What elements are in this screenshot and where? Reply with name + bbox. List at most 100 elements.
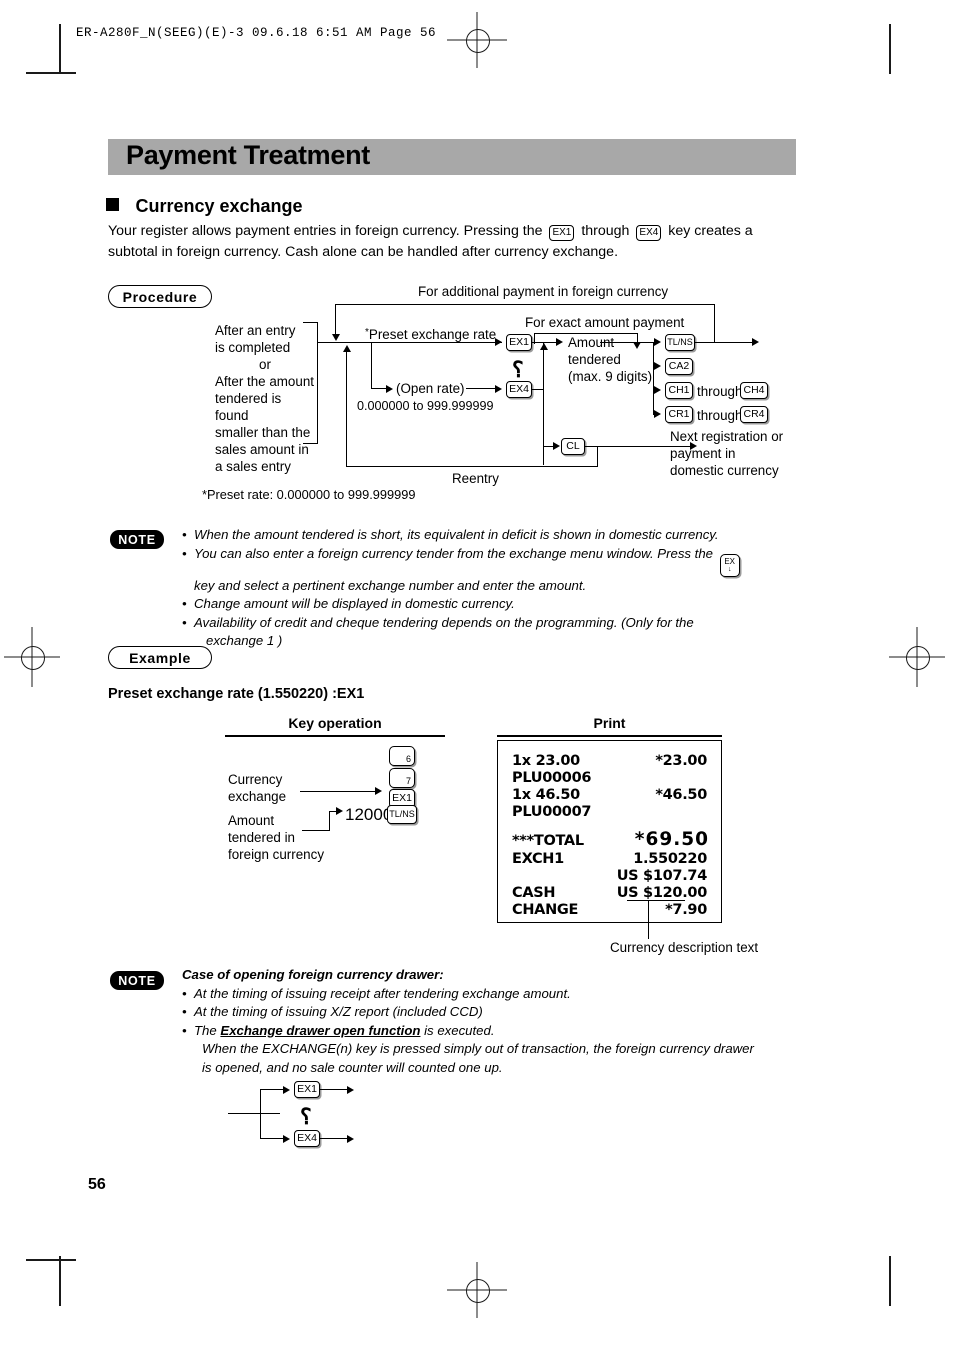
note-bottom-item-3-cont1: When the EXCHANGE(n) key is pressed simp… — [202, 1041, 754, 1057]
flow-line-tlns-out — [695, 342, 755, 344]
crop-mark-bottom-right-vertical — [889, 1256, 891, 1306]
arrow-bottom-ex4-out — [347, 1134, 354, 1143]
receipt-row-7-right: 1.550220 — [633, 851, 707, 867]
amount-tendered-line-3: foreign currency — [228, 847, 325, 862]
flow-line-additional-top — [335, 304, 715, 306]
bottom-diagram-out-ex4 — [320, 1138, 350, 1140]
key-ch1-procedure: CH1 — [665, 382, 693, 399]
note-bottom-item-1: • At the timing of issuing receipt after… — [182, 985, 822, 1004]
example-subtitle: Preset exchange rate (1.550220) :EX1 — [108, 686, 365, 702]
next-line-2: payment in — [670, 446, 736, 461]
note-bottom-item-3: • The Exchange drawer open function is e… — [182, 1022, 822, 1041]
arrow-to-ca2 — [654, 362, 661, 370]
next-line-1: Next registration or — [670, 429, 784, 444]
note-bottom-item-3-suffix: is executed. — [424, 1022, 495, 1038]
receipt-row-1-left: 1x 23.00 — [512, 753, 580, 769]
bullet-dot-b2: • — [182, 1004, 187, 1020]
page-number: 56 — [88, 1176, 106, 1193]
label-open-rate: (Open rate) — [396, 381, 465, 396]
procedure-diagram: For additional payment in foreign curren… — [0, 0, 954, 510]
note-bottom-item-3-cont2: is opened, and no sale counter will coun… — [202, 1059, 503, 1075]
callout-line-currency-description — [648, 901, 650, 939]
receipt-row-9-right: US $120.00 — [616, 885, 708, 901]
flow-line-reentry-right-down — [597, 446, 599, 467]
left-text-line-1: After an entry — [215, 323, 296, 338]
flow-line-additional-right-down — [713, 304, 715, 342]
key-ex-menu: EX ↓ — [719, 553, 740, 577]
example-pill-label: Example — [108, 646, 212, 669]
note-top-list: • When the amount tendered is short, its… — [182, 526, 802, 651]
currency-exchange-line-1: Currency — [228, 772, 283, 787]
key-ex4-procedure: EX4 — [506, 381, 532, 398]
note-bottom-emphasis-link: Exchange drawer open function — [220, 1022, 421, 1038]
receipt-row-2-left: PLU00006 — [512, 770, 592, 786]
key-ch4-procedure: CH4 — [740, 382, 768, 399]
note-top-item-4-text: Availability of credit and cheque tender… — [194, 614, 694, 630]
crop-mark-bottom-left-horizontal — [26, 1259, 76, 1261]
amount-line-2: tendered — [568, 352, 621, 367]
label-exact-payment: For exact amount payment — [525, 315, 685, 330]
bullet-dot-1: • — [182, 527, 187, 542]
procedure-left-text: After an entry is completed or After the… — [215, 322, 315, 475]
receipt-row-3-right: *46.50 — [655, 787, 707, 803]
note-top-item-3-text: Change amount will be displayed in domes… — [194, 596, 515, 612]
receipt-row-10-left: CHANGE — [512, 902, 579, 918]
bottom-diagram-input-line — [228, 1113, 280, 1115]
arrow-openrate — [386, 384, 393, 393]
leader-line-amount-tendered-up — [329, 811, 331, 831]
key-cr1-procedure: CR1 — [665, 406, 693, 423]
note-badge-top: NOTE — [110, 530, 164, 549]
arrow-bottom-ex1-out — [347, 1085, 354, 1094]
procedure-left-brace — [303, 322, 318, 444]
receipt-row-3-left: 1x 46.50 — [512, 787, 580, 803]
bullet-dot-2: • — [182, 545, 187, 561]
arrow-to-ch1 — [654, 386, 661, 394]
note-bottom-list: Case of opening foreign currency drawer:… — [182, 966, 822, 1078]
left-text-line-5: tendered is found — [215, 391, 282, 423]
left-text-line-8: a sales entry — [215, 459, 291, 474]
left-text-line-6: smaller than the — [215, 425, 311, 440]
note-top-item-2-text: You can also enter a foreign currency te… — [194, 545, 714, 561]
bullet-dot-4: • — [182, 614, 187, 630]
bottom-diagram-out-ex1 — [320, 1089, 350, 1091]
arrow-to-cr1 — [654, 410, 661, 418]
key-ex-menu-arrow-icon: ↓ — [727, 565, 732, 573]
column-header-key-operation: Key operation — [288, 715, 382, 731]
arrow-reentry-up — [342, 345, 351, 352]
arrow-merge-up — [539, 343, 548, 350]
label-open-rate-range: 0.000000 to 999.999999 — [357, 399, 494, 413]
flow-line-reentry-bottom — [346, 466, 598, 468]
note-bottom-title: Case of opening foreign currency drawer: — [182, 967, 444, 982]
arrow-to-ex1 — [495, 338, 502, 346]
arrow-bottom-ex4 — [283, 1134, 290, 1143]
key-7-label: 7 — [405, 776, 411, 786]
receipt-row-4-left: PLU00007 — [512, 804, 592, 820]
key-cr4-procedure: CR4 — [740, 406, 768, 423]
label-preset-exchange-rate: *Preset exchange rate — [365, 324, 496, 343]
preset-rate-text: Preset exchange rate — [368, 327, 497, 342]
receipt-row-8-right: US $107.74 — [616, 868, 708, 884]
label-additional-payment: For additional payment in foreign curren… — [418, 284, 669, 299]
note-top-item-2-cont: key and select a pertinent exchange numb… — [194, 577, 587, 593]
label-reentry: Reentry — [452, 471, 499, 486]
key-ex4-bottom: EX4 — [294, 1130, 320, 1147]
key-ca2-procedure: CA2 — [665, 358, 693, 375]
key-tlns-example: TL/NS — [387, 805, 417, 824]
example-pill-text: Example — [129, 649, 191, 666]
left-text-line-2: is completed — [215, 340, 291, 355]
leader-line-amount-tendered — [302, 830, 330, 832]
bullet-dot-b1: • — [182, 985, 187, 1001]
repeat-squiggle-procedure: ⸮ — [512, 357, 524, 382]
label-currency-exchange: Currency exchange — [228, 771, 318, 805]
receipt-print-sample: 1x 23.00 *23.00 PLU00006 1x 46.50 *46.50… — [497, 740, 722, 923]
column-rule-print — [497, 735, 722, 737]
label-next-registration: Next registration or payment in domestic… — [670, 428, 800, 479]
note-top-item-2: • You can also enter a foreign currency … — [182, 545, 802, 577]
note-top-item-1-text: When the amount tendered is short, its e… — [194, 527, 719, 542]
key-ex-menu-top-label: EX — [724, 556, 736, 566]
flow-line-additional-left-down — [335, 304, 337, 335]
label-through-ch: through — [697, 384, 743, 399]
note-bottom-item-3-prefix: The — [194, 1022, 217, 1038]
key-6-label: 6 — [405, 754, 411, 764]
registration-mark-left — [4, 627, 60, 687]
